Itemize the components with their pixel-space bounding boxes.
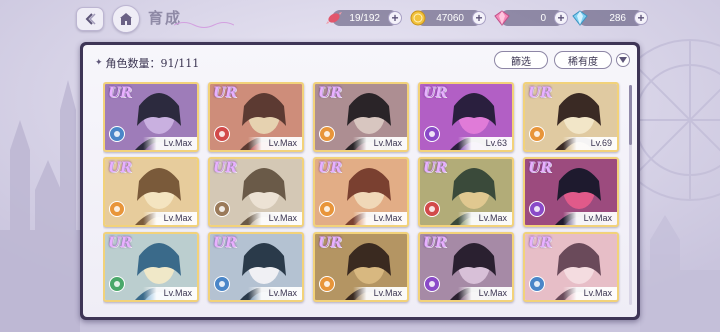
character-card[interactable]: UR Lv.Max bbox=[103, 157, 199, 227]
blue-gem-resource: 286 + bbox=[572, 10, 648, 26]
attribute-icon bbox=[424, 201, 440, 217]
rarity-badge: UR bbox=[213, 235, 237, 251]
back-button[interactable] bbox=[76, 7, 104, 31]
rarity-badge: UR bbox=[108, 235, 132, 251]
level-label: Lv.Max bbox=[143, 212, 197, 225]
blue-diamond-icon bbox=[570, 8, 590, 28]
coin-icon bbox=[408, 8, 428, 28]
candy-icon bbox=[324, 8, 344, 28]
character-card[interactable]: UR Lv.Max bbox=[523, 232, 619, 302]
level-label: Lv.Max bbox=[353, 137, 407, 150]
back-arrow-icon bbox=[85, 13, 96, 25]
coin-add-button[interactable]: + bbox=[472, 11, 486, 25]
rarity-badge: UR bbox=[423, 160, 447, 176]
blue-gem-value: 286 bbox=[609, 12, 626, 24]
rarity-badge: UR bbox=[528, 160, 552, 176]
title-flourish-decoration bbox=[174, 22, 234, 28]
home-button[interactable] bbox=[112, 5, 140, 33]
pink-diamond-icon bbox=[492, 8, 512, 28]
rarity-badge: UR bbox=[108, 85, 132, 101]
rarity-badge: UR bbox=[423, 85, 447, 101]
candy-add-button[interactable]: + bbox=[388, 11, 402, 25]
attribute-icon bbox=[214, 126, 230, 142]
top-bar: 育成 19/192 + 47060 + 0 + 286 + bbox=[0, 0, 720, 38]
level-label: Lv.Max bbox=[248, 287, 302, 300]
level-label: Lv.Max bbox=[563, 287, 617, 300]
character-card[interactable]: UR Lv.69 bbox=[523, 82, 619, 152]
level-label: Lv.Max bbox=[143, 137, 197, 150]
sparkle-icon: ✦ bbox=[95, 58, 103, 68]
level-label: Lv.Max bbox=[353, 212, 407, 225]
level-label: Lv.69 bbox=[563, 137, 617, 150]
character-card[interactable]: UR Lv.Max bbox=[523, 157, 619, 227]
pink-gem-add-button[interactable]: + bbox=[554, 11, 568, 25]
character-card[interactable]: UR Lv.Max bbox=[103, 82, 199, 152]
level-label: Lv.Max bbox=[458, 212, 512, 225]
character-card[interactable]: UR Lv.Max bbox=[418, 157, 514, 227]
candy-value: 19/192 bbox=[349, 12, 380, 24]
rarity-sort-button[interactable]: 稀有度 bbox=[554, 51, 612, 69]
rarity-badge: UR bbox=[318, 85, 342, 101]
scrollbar-thumb[interactable] bbox=[629, 85, 632, 145]
character-grid: UR Lv.Max UR Lv.Max UR Lv.Max UR Lv.63 UR Lv.69 UR… bbox=[103, 82, 623, 310]
level-label: Lv.Max bbox=[458, 287, 512, 300]
character-card[interactable]: UR Lv.Max bbox=[313, 82, 409, 152]
candy-resource: 19/192 + bbox=[326, 10, 402, 26]
attribute-icon bbox=[529, 201, 545, 217]
character-count: ✦ 角色数量：91/111 bbox=[95, 55, 199, 71]
attribute-icon bbox=[214, 201, 230, 217]
attribute-icon bbox=[424, 276, 440, 292]
character-card[interactable]: UR Lv.Max bbox=[313, 232, 409, 302]
character-card[interactable]: UR Lv.63 bbox=[418, 82, 514, 152]
level-label: Lv.63 bbox=[458, 137, 512, 150]
rarity-badge: UR bbox=[318, 160, 342, 176]
character-panel-body: ✦ 角色数量：91/111 篩选 稀有度 UR Lv.Max UR Lv.Max UR L… bbox=[83, 45, 637, 317]
level-label: Lv.Max bbox=[248, 137, 302, 150]
blue-gem-add-button[interactable]: + bbox=[634, 11, 648, 25]
attribute-icon bbox=[319, 201, 335, 217]
attribute-icon bbox=[214, 276, 230, 292]
character-card[interactable]: UR Lv.Max bbox=[313, 157, 409, 227]
sort-order-button[interactable] bbox=[616, 53, 630, 67]
attribute-icon bbox=[319, 276, 335, 292]
pink-gem-resource: 0 + bbox=[494, 10, 568, 26]
attribute-icon bbox=[109, 276, 125, 292]
character-panel: ✦ 角色数量：91/111 篩选 稀有度 UR Lv.Max UR Lv.Max UR L… bbox=[80, 42, 640, 320]
level-label: Lv.Max bbox=[248, 212, 302, 225]
character-card[interactable]: UR Lv.Max bbox=[208, 232, 304, 302]
attribute-icon bbox=[109, 201, 125, 217]
castle-home-icon bbox=[120, 13, 132, 25]
character-card[interactable]: UR Lv.Max bbox=[103, 232, 199, 302]
character-card[interactable]: UR Lv.Max bbox=[208, 157, 304, 227]
attribute-icon bbox=[529, 276, 545, 292]
rarity-badge: UR bbox=[528, 85, 552, 101]
attribute-icon bbox=[109, 126, 125, 142]
level-label: Lv.Max bbox=[353, 287, 407, 300]
rarity-badge: UR bbox=[528, 235, 552, 251]
level-label: Lv.Max bbox=[143, 287, 197, 300]
coin-resource: 47060 + bbox=[410, 10, 486, 26]
coin-value: 47060 bbox=[436, 12, 464, 24]
attribute-icon bbox=[319, 126, 335, 142]
rarity-badge: UR bbox=[213, 85, 237, 101]
grid-scrollbar[interactable] bbox=[629, 85, 632, 305]
level-label: Lv.Max bbox=[563, 212, 617, 225]
rarity-badge: UR bbox=[423, 235, 447, 251]
character-count-text: 角色数量：91/111 bbox=[105, 57, 200, 70]
pink-gem-value: 0 bbox=[540, 12, 546, 24]
character-card[interactable]: UR Lv.Max bbox=[208, 82, 304, 152]
rarity-badge: UR bbox=[318, 235, 342, 251]
rarity-badge: UR bbox=[213, 160, 237, 176]
attribute-icon bbox=[529, 126, 545, 142]
attribute-icon bbox=[424, 126, 440, 142]
character-card[interactable]: UR Lv.Max bbox=[418, 232, 514, 302]
rarity-badge: UR bbox=[108, 160, 132, 176]
filter-button[interactable]: 篩选 bbox=[494, 51, 548, 69]
chevron-down-icon bbox=[619, 57, 627, 63]
